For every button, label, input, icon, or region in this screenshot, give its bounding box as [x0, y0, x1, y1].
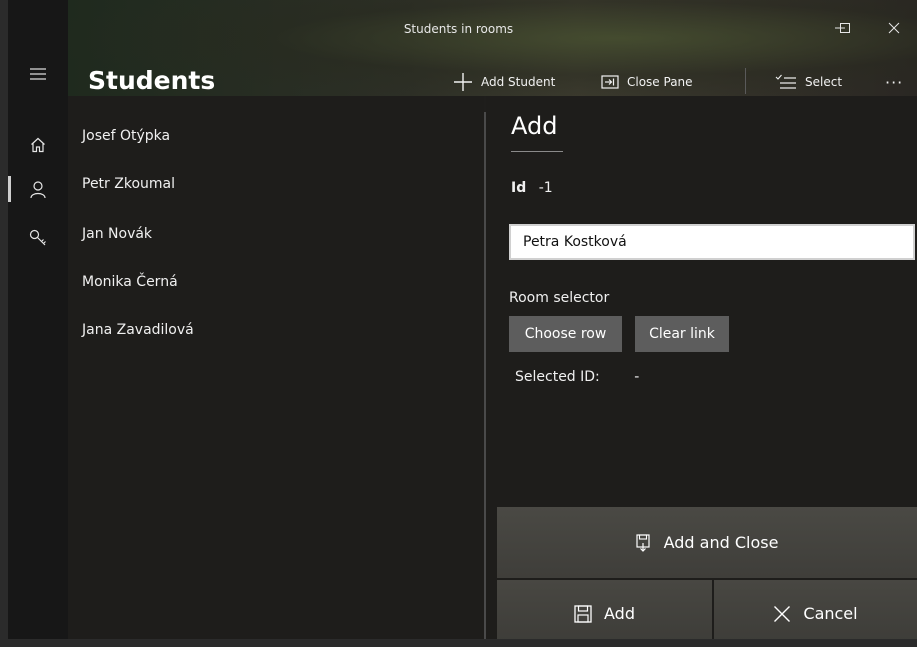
nav-menu-button[interactable] — [8, 50, 68, 98]
plus-icon — [454, 73, 472, 91]
nav-students-button[interactable] — [8, 166, 68, 214]
list-item[interactable]: Josef Otýpka — [82, 116, 170, 156]
selected-id-value: - — [634, 369, 640, 385]
close-window-button[interactable] — [871, 14, 917, 42]
add-and-close-button[interactable]: Add and Close — [497, 507, 917, 578]
pane-title-underline — [511, 151, 563, 152]
pane-title: Add — [511, 112, 558, 140]
save-icon — [574, 604, 592, 623]
student-name-input[interactable] — [509, 224, 915, 260]
list-item[interactable]: Petr Zkoumal — [82, 164, 175, 204]
maximize-icon — [840, 23, 850, 33]
add-label: Add — [604, 604, 635, 623]
key-icon — [29, 229, 46, 246]
select-label: Select — [805, 75, 843, 89]
room-selector-label: Room selector — [509, 290, 610, 306]
close-pane-button[interactable]: Close Pane — [601, 70, 693, 94]
window-title: Students in rooms — [403, 22, 514, 36]
select-button[interactable]: Select — [775, 70, 842, 94]
close-pane-icon — [601, 75, 619, 89]
add-and-close-label: Add and Close — [663, 533, 779, 552]
window-border-bottom — [0, 639, 917, 647]
id-row: Id -1 — [511, 180, 553, 196]
page-title: Students — [88, 66, 216, 95]
add-button[interactable]: Add — [497, 580, 712, 647]
navigation-rail — [8, 0, 68, 639]
multi-select-icon — [775, 74, 796, 89]
id-value: -1 — [538, 180, 553, 196]
save-close-icon — [635, 533, 650, 552]
clear-link-button[interactable]: Clear link — [635, 316, 729, 352]
more-button[interactable]: ··· — [885, 70, 903, 94]
person-icon — [30, 181, 46, 199]
add-student-label: Add Student — [481, 75, 556, 89]
hamburger-icon — [30, 68, 46, 80]
list-item[interactable]: Monika Černá — [82, 262, 178, 302]
selected-id-label: Selected ID: — [515, 369, 600, 385]
more-icon: ··· — [885, 72, 904, 92]
cancel-label: Cancel — [803, 604, 858, 623]
home-icon — [31, 137, 45, 153]
command-separator — [745, 68, 746, 94]
window-border-left — [0, 0, 8, 647]
id-label: Id — [511, 180, 527, 196]
add-student-button[interactable]: Add Student — [453, 70, 555, 94]
cancel-icon — [774, 605, 791, 622]
cancel-button[interactable]: Cancel — [714, 580, 917, 647]
student-list: Josef Otýpka Petr Zkoumal Jan Novák Moni… — [68, 96, 484, 639]
close-pane-label: Close Pane — [627, 75, 693, 89]
list-item[interactable]: Jan Novák — [82, 214, 152, 254]
selected-id-row: Selected ID: - — [515, 369, 639, 385]
app-window: Students in rooms Students Add Student C… — [0, 0, 917, 647]
close-icon — [888, 22, 900, 34]
nav-rooms-button[interactable] — [8, 214, 68, 262]
nav-selection-indicator — [8, 176, 11, 202]
choose-row-button[interactable]: Choose row — [509, 316, 622, 352]
nav-home-button[interactable] — [8, 121, 68, 169]
maximize-button[interactable] — [822, 14, 868, 42]
list-item[interactable]: Jana Zavadilová — [82, 310, 194, 350]
